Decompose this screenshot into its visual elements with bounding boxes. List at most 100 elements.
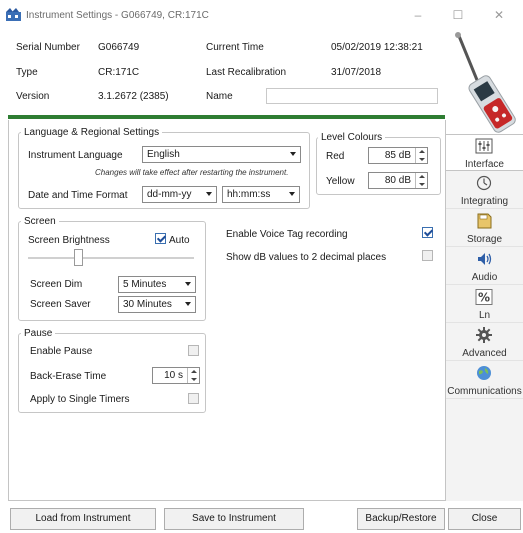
tab-interface[interactable]: Interface	[446, 134, 523, 171]
language-regional-legend: Language & Regional Settings	[21, 127, 163, 138]
chevron-down-icon	[185, 302, 191, 306]
interface-icon	[475, 138, 493, 154]
tab-label: Storage	[466, 234, 503, 245]
yellow-level-stepper[interactable]: 80 dB	[368, 172, 428, 189]
tab-integrating[interactable]: Integrating	[446, 172, 523, 209]
type-label: Type	[16, 67, 38, 78]
tab-storage[interactable]: Storage	[446, 210, 523, 247]
tab-label: Interface	[465, 159, 504, 170]
serial-number-label: Serial Number	[16, 42, 80, 53]
gear-icon	[476, 327, 492, 343]
pause-legend: Pause	[21, 328, 56, 339]
name-label: Name	[206, 91, 233, 102]
sound-level-meter-image	[455, 32, 516, 133]
screen-saver-select[interactable]: 30 Minutes	[118, 296, 196, 313]
maximize-button[interactable]: ☐	[440, 6, 476, 24]
window-title: Instrument Settings - G066749, CR:171C	[26, 10, 209, 21]
screen-brightness-label: Screen Brightness	[28, 235, 110, 246]
back-erase-time-label: Back-Erase Time	[30, 371, 107, 382]
version-value: 3.1.2672 (2385)	[98, 91, 169, 102]
enable-pause-checkbox[interactable]	[188, 345, 199, 356]
tab-ln[interactable]: % Ln	[446, 286, 523, 323]
minimize-button[interactable]: –	[400, 6, 436, 24]
load-from-instrument-button[interactable]: Load from Instrument	[10, 508, 156, 530]
last-recalibration-value: 31/07/2018	[331, 67, 382, 78]
instrument-language-select[interactable]: English	[142, 146, 301, 163]
storage-card-icon	[477, 213, 492, 229]
level-colours-legend: Level Colours	[318, 132, 386, 143]
date-time-format-label: Date and Time Format	[28, 190, 128, 201]
accent-divider	[8, 115, 445, 119]
tab-label: Ln	[478, 310, 491, 321]
chevron-down-icon	[185, 282, 191, 286]
type-value: CR:171C	[98, 67, 140, 78]
tab-label: Advanced	[462, 348, 507, 359]
screen-saver-value: 30 Minutes	[123, 299, 172, 310]
voice-tag-label: Enable Voice Tag recording	[226, 229, 348, 240]
tab-label: Integrating	[460, 196, 509, 207]
yellow-level-value: 80 dB	[384, 175, 411, 186]
single-timers-label: Apply to Single Timers	[30, 394, 130, 405]
up-arrow-icon[interactable]	[419, 150, 425, 153]
auto-brightness-label: Auto	[169, 235, 190, 246]
stepper-buttons[interactable]	[415, 148, 427, 163]
time-format-value: hh:mm:ss	[227, 189, 271, 200]
two-decimals-checkbox[interactable]	[422, 250, 433, 261]
time-format-select[interactable]: hh:mm:ss	[222, 186, 300, 203]
screen-saver-label: Screen Saver	[30, 299, 91, 310]
date-format-value: dd-mm-yy	[147, 189, 192, 200]
stepper-buttons[interactable]	[415, 173, 427, 188]
globe-icon	[477, 366, 491, 380]
title-bar: Instrument Settings - G066749, CR:171C –…	[0, 0, 523, 30]
down-arrow-icon[interactable]	[419, 158, 425, 161]
single-timers-checkbox[interactable]	[188, 393, 199, 404]
close-window-button[interactable]: ✕	[481, 6, 517, 24]
save-to-instrument-button[interactable]: Save to Instrument	[164, 508, 304, 530]
close-button[interactable]: Close	[448, 508, 521, 530]
red-level-value: 85 dB	[384, 150, 411, 161]
screen-dim-label: Screen Dim	[30, 279, 83, 290]
tab-label: Audio	[471, 272, 498, 283]
tab-label: Communications	[447, 386, 522, 397]
screen-dim-select[interactable]: 5 Minutes	[118, 276, 196, 293]
app-icon	[6, 8, 21, 21]
tab-advanced[interactable]: Advanced	[446, 324, 523, 361]
yellow-level-label: Yellow	[326, 176, 355, 187]
chevron-down-icon	[206, 192, 212, 196]
stopwatch-icon	[476, 175, 492, 191]
auto-brightness-checkbox[interactable]	[155, 233, 166, 244]
version-label: Version	[16, 91, 50, 102]
tab-communications[interactable]: Communications	[446, 362, 523, 399]
backup-restore-button[interactable]: Backup/Restore	[357, 508, 445, 530]
instrument-language-value: English	[147, 149, 180, 160]
name-input[interactable]	[266, 88, 438, 104]
current-time-value: 05/02/2019 12:38:21	[331, 42, 423, 53]
chevron-down-icon	[289, 192, 295, 196]
serial-number-value: G066749	[98, 42, 140, 53]
back-erase-time-stepper[interactable]: 10 s	[152, 367, 200, 384]
voice-tag-checkbox[interactable]	[422, 227, 433, 238]
red-level-label: Red	[326, 151, 345, 162]
screen-legend: Screen	[21, 216, 59, 227]
two-decimals-label: Show dB values to 2 decimal places	[226, 252, 387, 263]
back-erase-time-value: 10 s	[164, 370, 183, 381]
percent-icon: %	[475, 289, 493, 305]
instrument-language-label: Instrument Language	[28, 150, 123, 161]
down-arrow-icon[interactable]	[419, 183, 425, 186]
speaker-icon	[478, 253, 492, 265]
brightness-slider-track[interactable]	[28, 257, 194, 259]
red-level-stepper[interactable]: 85 dB	[368, 147, 428, 164]
screen-dim-value: 5 Minutes	[123, 279, 167, 290]
up-arrow-icon[interactable]	[191, 370, 197, 373]
svg-text:%: %	[478, 291, 490, 305]
stepper-buttons[interactable]	[187, 368, 199, 383]
enable-pause-label: Enable Pause	[30, 346, 93, 357]
tab-audio[interactable]: Audio	[446, 248, 523, 285]
up-arrow-icon[interactable]	[419, 175, 425, 178]
date-format-select[interactable]: dd-mm-yy	[142, 186, 217, 203]
chevron-down-icon	[290, 152, 296, 156]
restart-note: Changes will take effect after restartin…	[95, 168, 289, 177]
down-arrow-icon[interactable]	[191, 378, 197, 381]
last-recalibration-label: Last Recalibration	[206, 67, 287, 78]
brightness-slider-thumb[interactable]	[73, 249, 83, 266]
